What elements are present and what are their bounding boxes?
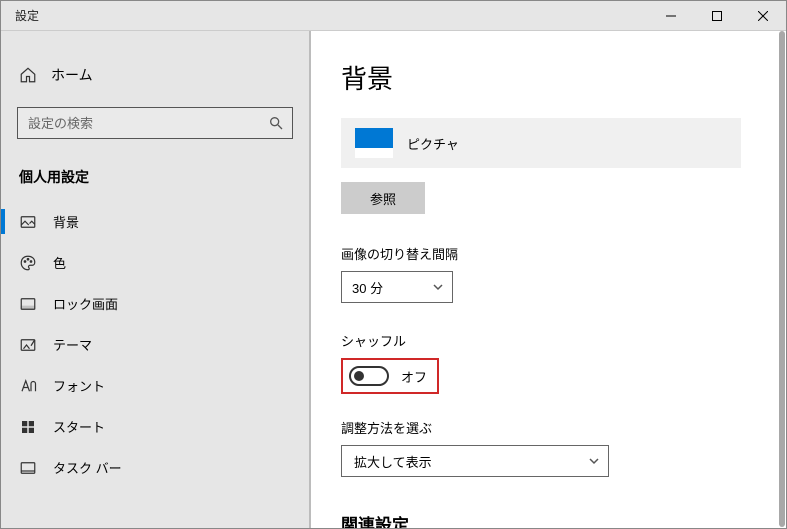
home-link[interactable]: ホーム (1, 57, 309, 93)
shuffle-highlight: オフ (341, 358, 439, 394)
chevron-down-icon (588, 455, 600, 467)
sidebar-item-label: タスク バー (53, 458, 122, 477)
interval-value: 30 分 (352, 278, 383, 297)
start-icon (19, 418, 37, 436)
lockscreen-icon (19, 295, 37, 313)
palette-icon (19, 254, 37, 272)
sidebar-item-start[interactable]: スタート (1, 406, 309, 447)
page-title: 背景 (341, 59, 756, 96)
content-area: 背景 ピクチャ 参照 画像の切り替え間隔 30 分 シャッフル オフ 調整方法を… (311, 31, 786, 528)
sidebar-item-label: 色 (53, 253, 66, 272)
minimize-button[interactable] (648, 1, 694, 31)
browse-button[interactable]: 参照 (341, 182, 425, 214)
sidebar-item-label: フォント (53, 376, 105, 395)
shuffle-label: シャッフル (341, 331, 756, 350)
scrollbar[interactable] (779, 31, 785, 527)
interval-select[interactable]: 30 分 (341, 271, 453, 303)
section-header: 個人用設定 (1, 161, 309, 201)
shuffle-toggle[interactable] (349, 366, 389, 386)
sidebar: ホーム 個人用設定 背景 色 (1, 31, 311, 528)
titlebar: 設定 (1, 1, 786, 31)
sidebar-item-background[interactable]: 背景 (1, 201, 309, 242)
home-label: ホーム (51, 65, 93, 85)
toggle-knob (354, 371, 364, 381)
sidebar-item-fonts[interactable]: フォント (1, 365, 309, 406)
nav-list: 背景 色 ロック画面 テーマ (1, 201, 309, 488)
chevron-down-icon (432, 281, 444, 293)
sidebar-item-lockscreen[interactable]: ロック画面 (1, 283, 309, 324)
fit-value: 拡大して表示 (354, 452, 432, 471)
sidebar-item-taskbar[interactable]: タスク バー (1, 447, 309, 488)
search-field[interactable] (28, 116, 268, 131)
search-input[interactable] (17, 107, 293, 139)
sidebar-item-label: スタート (53, 417, 105, 436)
picture-icon (19, 213, 37, 231)
related-settings-heading: 関連設定 (341, 511, 756, 528)
sidebar-item-label: ロック画面 (53, 294, 118, 313)
shuffle-value: オフ (401, 367, 427, 386)
maximize-button[interactable] (694, 1, 740, 31)
close-button[interactable] (740, 1, 786, 31)
picture-thumb-icon (355, 128, 393, 158)
sidebar-item-label: 背景 (53, 212, 79, 231)
fit-select[interactable]: 拡大して表示 (341, 445, 609, 477)
picture-source-card[interactable]: ピクチャ (341, 118, 741, 168)
window-title: 設定 (1, 7, 648, 24)
sidebar-item-label: テーマ (53, 335, 92, 354)
picture-source-label: ピクチャ (407, 134, 459, 153)
search-icon (268, 115, 284, 131)
fit-label: 調整方法を選ぶ (341, 418, 756, 437)
taskbar-icon (19, 459, 37, 477)
theme-icon (19, 336, 37, 354)
home-icon (19, 66, 37, 84)
interval-label: 画像の切り替え間隔 (341, 244, 756, 263)
font-icon (19, 377, 37, 395)
sidebar-item-colors[interactable]: 色 (1, 242, 309, 283)
sidebar-item-themes[interactable]: テーマ (1, 324, 309, 365)
